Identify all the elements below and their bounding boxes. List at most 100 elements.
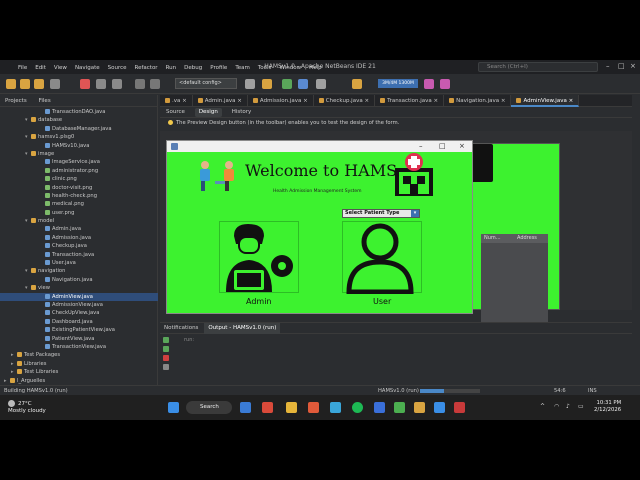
weather-widget[interactable]: 27°C Mostly cloudy [8, 400, 46, 415]
new-project-icon[interactable] [20, 79, 30, 89]
editor-tab[interactable]: Checkup.java × [314, 95, 376, 107]
file-explorer-icon[interactable] [286, 402, 297, 413]
tree-item[interactable]: ▸ Libraries [0, 360, 158, 368]
tab-design[interactable]: Design [194, 108, 222, 117]
chrome-icon[interactable] [308, 402, 319, 413]
profile-icon[interactable] [316, 79, 326, 89]
tree-item[interactable]: Navigation.java [0, 276, 158, 284]
gc-icon[interactable] [424, 79, 434, 89]
redo-icon[interactable] [150, 79, 160, 89]
tree-item[interactable]: DatabaseManager.java [0, 125, 158, 133]
settings-icon[interactable] [163, 364, 169, 370]
tree-item[interactable]: Admin.java [0, 225, 158, 233]
tree-item[interactable]: Checkup.java [0, 242, 158, 250]
debug-icon[interactable] [298, 79, 308, 89]
tab-source[interactable]: Source [162, 108, 189, 117]
close-tab-icon[interactable]: × [301, 98, 308, 104]
tree-item[interactable]: ▾ navigation [0, 267, 158, 275]
tab-projects[interactable]: Projects [0, 95, 32, 107]
clock[interactable]: 10:31 PM 2/12/2026 [594, 400, 621, 414]
memory-indicator[interactable]: 3M/4M 1300M [378, 79, 418, 88]
spotify-icon[interactable] [352, 402, 363, 413]
tree-item[interactable]: ExistingPatientView.java [0, 326, 158, 334]
app-minimize-icon[interactable]: – [419, 141, 423, 152]
copy-icon[interactable] [96, 79, 106, 89]
windows-start-icon[interactable] [168, 402, 179, 413]
tree-item[interactable]: TransactionDAO.java [0, 108, 158, 116]
patient-table[interactable]: Num... Address [481, 234, 548, 332]
tab-output[interactable]: Output - HAMSv1.0 (run) [204, 323, 281, 334]
taskbar-search[interactable]: Search [186, 401, 232, 414]
tree-item[interactable]: CheckUpView.java [0, 309, 158, 317]
tree-item[interactable]: ▸ Test Packages [0, 351, 158, 359]
tree-item[interactable]: ▾ image [0, 150, 158, 158]
tree-item[interactable]: administrator.png [0, 167, 158, 175]
user-card[interactable] [342, 221, 422, 295]
close-icon[interactable]: × [630, 62, 636, 70]
editor-tab[interactable]: Admin.java × [193, 95, 248, 107]
maximize-icon[interactable]: □ [618, 62, 625, 70]
chevron-down-icon[interactable]: ▾ [411, 210, 419, 217]
tree-item[interactable]: ImageService.java [0, 158, 158, 166]
build-icon[interactable] [245, 79, 255, 89]
netbeans-icon[interactable] [414, 402, 425, 413]
tree-item[interactable]: medical.png [0, 200, 158, 208]
editor-tab[interactable]: Navigation.java × [444, 95, 512, 107]
cut-icon[interactable] [80, 79, 90, 89]
save-all-icon[interactable] [50, 79, 60, 89]
tree-item[interactable]: PatientView.java [0, 335, 158, 343]
patient-type-select[interactable]: Select Patient Type ▾ [342, 209, 420, 218]
close-tab-icon[interactable]: × [236, 98, 242, 104]
tree-item[interactable]: ▾ view [0, 284, 158, 292]
tree-item[interactable]: Dashboard.java [0, 318, 158, 326]
editor-tab[interactable]: Transaction.java × [375, 95, 445, 107]
app-maximize-icon[interactable]: □ [439, 141, 446, 152]
open-project-icon[interactable] [34, 79, 44, 89]
close-tab-icon[interactable]: × [567, 98, 574, 104]
close-tab-icon[interactable]: × [499, 98, 506, 104]
admin-card[interactable] [219, 221, 299, 293]
app-icon[interactable] [330, 402, 341, 413]
rerun-params-icon[interactable] [163, 346, 169, 352]
tree-item[interactable]: ▾ model [0, 217, 158, 225]
tree-item[interactable]: TransactionView.java [0, 343, 158, 351]
tree-item[interactable]: Admission.java [0, 234, 158, 242]
tree-item[interactable]: health-check.png [0, 192, 158, 200]
word-icon[interactable] [374, 402, 385, 413]
close-tab-icon[interactable]: × [432, 98, 439, 104]
editor-tab[interactable]: AdminView.java × [511, 95, 580, 107]
tree-item[interactable]: ▸ Test Libraries [0, 368, 158, 376]
app-close-icon[interactable]: × [459, 141, 465, 152]
close-tab-icon[interactable]: × [363, 98, 369, 104]
apply-code-icon[interactable] [352, 79, 362, 89]
wps-icon[interactable] [262, 402, 273, 413]
close-tab-icon[interactable]: × [180, 98, 187, 104]
tree-item[interactable]: ▸ l_Arguelles [0, 377, 158, 385]
edge-icon[interactable] [240, 402, 251, 413]
tree-item[interactable]: doctor-visit.png [0, 184, 158, 192]
tree-item[interactable]: AdmissionView.java [0, 301, 158, 309]
paste-icon[interactable] [112, 79, 122, 89]
volume-icon[interactable]: ♪ [566, 403, 570, 410]
tree-item[interactable]: Transaction.java [0, 251, 158, 259]
app-icon-2[interactable] [434, 402, 445, 413]
profile-ide-icon[interactable] [440, 79, 450, 89]
tree-item[interactable]: ▾ hamsv1.plsg0 [0, 133, 158, 141]
tree-item[interactable]: clinic.png [0, 175, 158, 183]
rerun-icon[interactable] [163, 337, 169, 343]
run-icon[interactable] [282, 79, 292, 89]
tree-item[interactable]: ▾ database [0, 116, 158, 124]
editor-tab[interactable]: .va × [160, 95, 193, 107]
battery-icon[interactable]: ▭ [578, 403, 584, 410]
new-file-icon[interactable] [6, 79, 16, 89]
drive-icon[interactable] [394, 402, 405, 413]
tree-item[interactable]: user.png [0, 209, 158, 217]
tree-item[interactable]: User.java [0, 259, 158, 267]
tray-chevron-icon[interactable]: ^ [540, 403, 545, 410]
tab-files[interactable]: Files [34, 95, 56, 107]
app-icon-3[interactable] [454, 402, 465, 413]
tree-item[interactable]: AdminView.java [0, 292, 158, 301]
tree-item[interactable]: HAMSv10.java [0, 142, 158, 150]
search-input[interactable]: Search (Ctrl+I) [478, 62, 598, 72]
minimize-icon[interactable]: – [606, 62, 610, 70]
